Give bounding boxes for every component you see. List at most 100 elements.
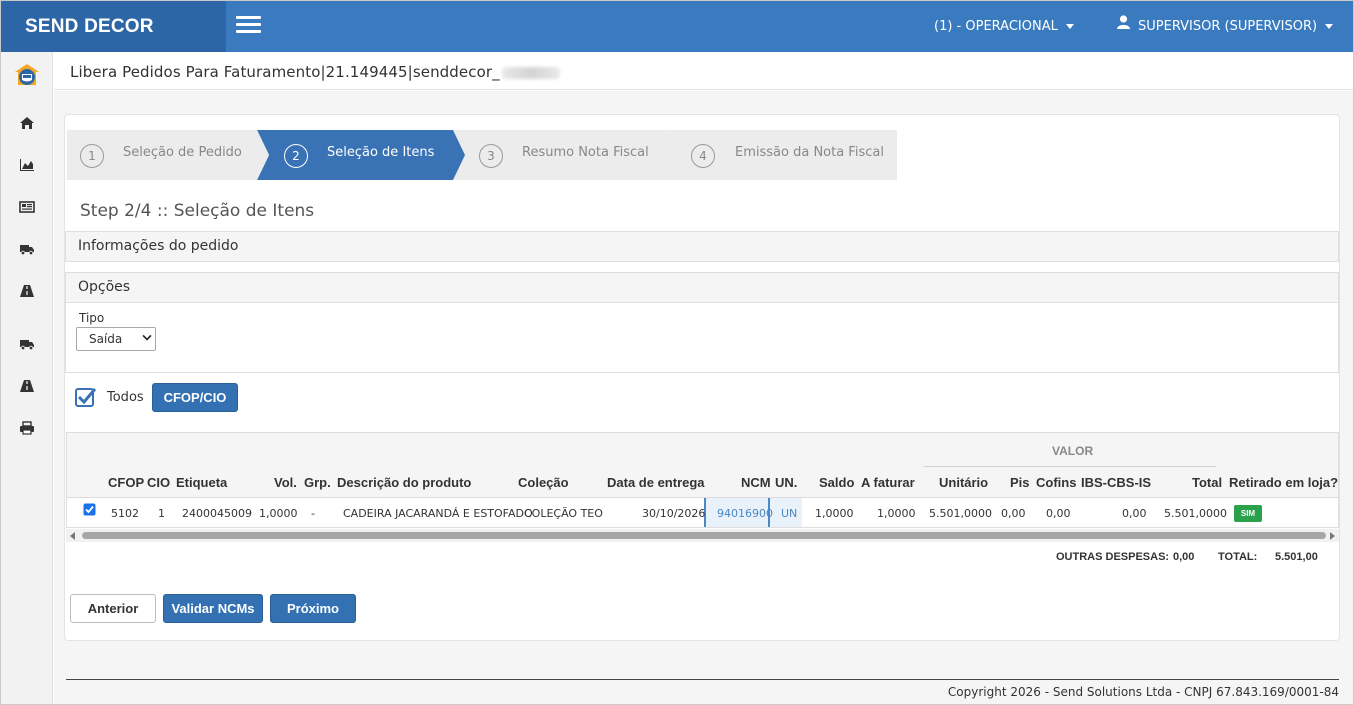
col-cofins[interactable]: Cofins — [1036, 475, 1076, 490]
redacted-blur — [501, 66, 560, 79]
retirado-badge: SIM — [1234, 505, 1262, 522]
total-label: TOTAL: — [1218, 551, 1258, 563]
step-number: 2 — [284, 144, 308, 168]
user-icon — [1117, 0, 1130, 51]
page-header: Libera Pedidos Para Faturamento|21.14944… — [54, 53, 1353, 90]
page-title-text: Libera Pedidos Para Faturamento|21.14944… — [70, 63, 500, 81]
col-descricao[interactable]: Descrição do produto — [337, 475, 471, 490]
cfop-cio-button[interactable]: CFOP/CIO — [152, 383, 238, 412]
step-arrow — [453, 130, 465, 180]
anterior-button[interactable]: Anterior — [70, 594, 156, 623]
user-label: SUPERVISOR (SUPERVISOR) — [1138, 19, 1318, 34]
total-value: 5.501,00 — [1275, 551, 1318, 563]
tipo-select-value: Saída — [89, 332, 123, 346]
outras-despesas-value: 0,00 — [1173, 551, 1195, 563]
cell-cofins: 0,00 — [1046, 507, 1071, 520]
page-title: Libera Pedidos Para Faturamento|21.14944… — [70, 63, 560, 81]
col-un[interactable]: UN. — [775, 475, 797, 490]
horizontal-scrollbar[interactable] — [66, 529, 1339, 542]
cell-colecao: COLEÇÃO TEO — [524, 507, 603, 520]
step-title: Step 2/4 :: Seleção de Itens — [80, 201, 315, 221]
step-number: 4 — [691, 144, 715, 168]
cell-unitario: 5.501,0000 — [929, 507, 992, 520]
cell-vol: 1,0000 — [259, 507, 298, 520]
cell-cio: 1 — [158, 507, 165, 520]
cell-saldo: 1,0000 — [815, 507, 854, 520]
step-number: 1 — [80, 144, 104, 168]
col-colecao[interactable]: Coleção — [518, 475, 569, 490]
truck-icon[interactable] — [19, 242, 35, 256]
wizard-step-2[interactable]: 2 Seleção de Itens — [257, 130, 465, 180]
cell-a-faturar: 1,0000 — [877, 507, 916, 520]
tipo-select[interactable]: Saída — [76, 327, 156, 351]
menu-toggle-icon[interactable] — [236, 16, 261, 36]
road-icon[interactable] — [19, 379, 35, 393]
cell-etiqueta: 2400045009 — [182, 507, 252, 520]
scrollbar-thumb[interactable] — [82, 532, 1326, 539]
sidebar — [1, 52, 53, 704]
brand-logo[interactable]: SEND DECOR — [1, 1, 226, 52]
chevron-down-icon — [1065, 24, 1074, 29]
col-ncm[interactable]: NCM — [741, 475, 771, 490]
wizard-step-4[interactable]: 4 Emissão da Nota Fiscal — [665, 130, 897, 180]
col-ibs-cbs-is[interactable]: IBS-CBS-IS — [1081, 475, 1151, 490]
step-arrow — [257, 130, 269, 180]
step-label: Emissão da Nota Fiscal — [735, 145, 884, 160]
row-checkbox[interactable] — [83, 503, 96, 516]
cell-un: UN — [781, 507, 798, 520]
outras-despesas-label: OUTRAS DESPESAS: — [1056, 551, 1170, 563]
copyright: Copyright 2026 - Send Solutions Ltda - C… — [947, 685, 1339, 699]
cell-total: 5.501,0000 — [1164, 507, 1227, 520]
col-retirado[interactable]: Retirado em loja? — [1229, 475, 1338, 490]
top-navbar: SEND DECOR (1) - OPERACIONAL SUPERVISOR … — [1, 1, 1353, 52]
step-arrow — [665, 130, 677, 180]
wizard-step-1[interactable]: 1 Seleção de Pedido — [67, 130, 269, 180]
cell-ncm[interactable]: 94016900 — [717, 507, 773, 520]
newspaper-icon[interactable] — [19, 200, 35, 214]
col-etiqueta[interactable]: Etiqueta — [176, 475, 227, 490]
logo-icon[interactable] — [14, 63, 40, 92]
chevron-down-icon — [142, 331, 152, 341]
section-opcoes[interactable]: Opções — [65, 272, 1339, 303]
col-cfop[interactable]: CFOP — [108, 475, 144, 490]
cell-data-entrega: 30/10/2026 — [642, 507, 706, 520]
todos-label: Todos — [107, 390, 144, 405]
items-table: VALOR CFOP CIO Etiqueta Vol. Grp. Descri… — [66, 432, 1339, 528]
col-vol[interactable]: Vol. — [274, 475, 297, 490]
step-label: Seleção de Itens — [327, 145, 435, 160]
cell-descricao: CADEIRA JACARANDÁ E ESTOFADO — [343, 507, 533, 520]
area-chart-icon[interactable] — [19, 158, 35, 172]
col-unitario[interactable]: Unitário — [939, 475, 988, 490]
proximo-button[interactable]: Próximo — [270, 594, 356, 623]
col-cio[interactable]: CIO — [147, 475, 170, 490]
col-data-entrega[interactable]: Data de entrega — [607, 475, 705, 490]
valor-group-header: VALOR — [1052, 444, 1094, 458]
valor-divider — [924, 466, 1216, 467]
operacional-dropdown[interactable]: (1) - OPERACIONAL — [934, 1, 1074, 52]
home-icon[interactable] — [19, 116, 35, 130]
opcoes-body — [65, 303, 1339, 373]
table-header: VALOR CFOP CIO Etiqueta Vol. Grp. Descri… — [67, 433, 1338, 498]
print-icon[interactable] — [19, 421, 35, 435]
cell-pis: 0,00 — [1001, 507, 1026, 520]
col-saldo[interactable]: Saldo — [819, 475, 854, 490]
scroll-left-icon[interactable] — [70, 532, 75, 540]
road-icon[interactable] — [19, 284, 35, 298]
cell-ibs-cbs-is: 0,00 — [1122, 507, 1147, 520]
col-total[interactable]: Total — [1192, 475, 1222, 490]
cell-cfop: 5102 — [111, 507, 139, 520]
truck-icon[interactable] — [19, 337, 35, 351]
wizard-step-3[interactable]: 3 Resumo Nota Fiscal — [453, 130, 677, 180]
section-info-pedido[interactable]: Informações do pedido — [65, 231, 1339, 262]
operacional-label: (1) - OPERACIONAL — [934, 19, 1058, 34]
chevron-down-icon — [1325, 24, 1334, 29]
col-a-faturar[interactable]: A faturar — [861, 475, 915, 490]
col-grp[interactable]: Grp. — [304, 475, 331, 490]
user-dropdown[interactable]: SUPERVISOR (SUPERVISOR) — [1117, 0, 1334, 52]
tipo-label: Tipo — [79, 311, 105, 325]
footer-divider — [66, 679, 1339, 680]
col-pis[interactable]: Pis — [1010, 475, 1030, 490]
scroll-right-icon[interactable] — [1330, 532, 1335, 540]
todos-checkbox[interactable] — [75, 387, 97, 407]
validar-ncms-button[interactable]: Validar NCMs — [163, 594, 263, 623]
